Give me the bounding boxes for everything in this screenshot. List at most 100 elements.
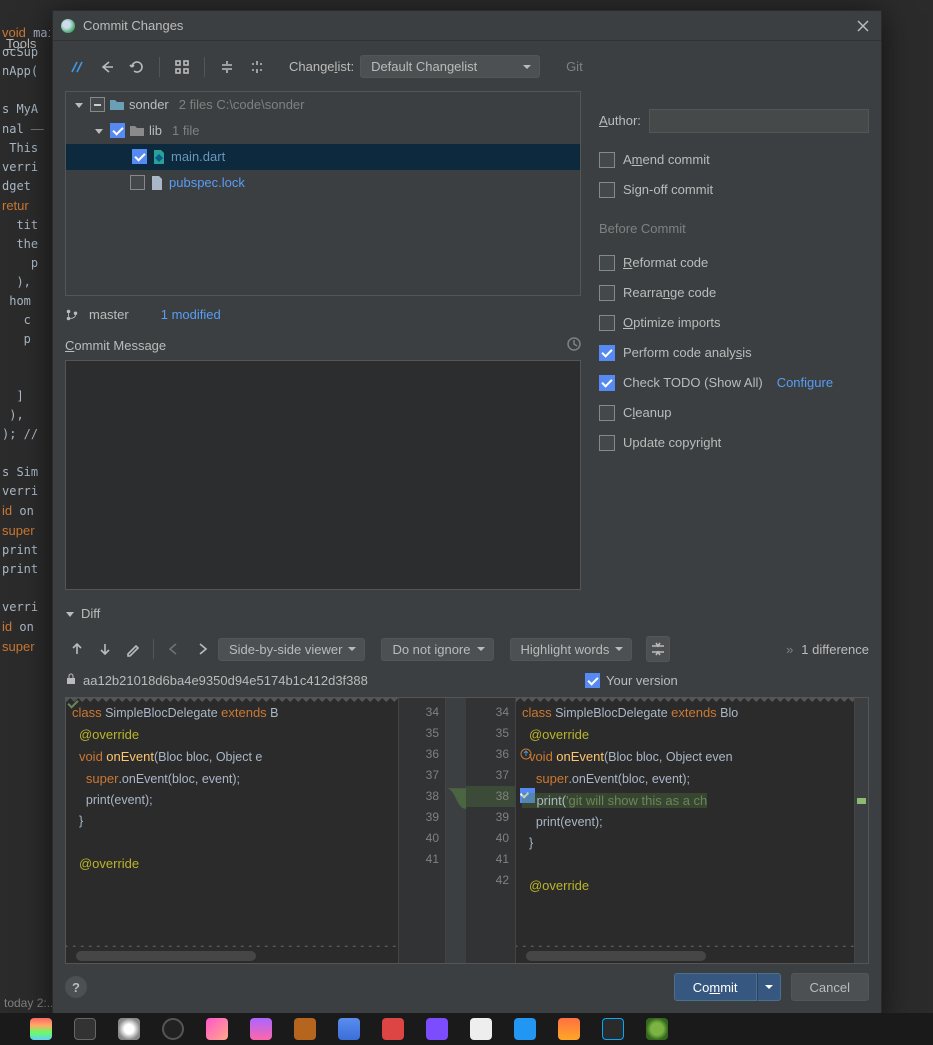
tree-pubspec[interactable]: pubspec.lock	[66, 170, 580, 196]
h-scrollbar-right[interactable]	[526, 951, 706, 961]
taskbar-app-3[interactable]	[118, 1018, 140, 1040]
folder-icon	[109, 97, 125, 113]
nav-forward-icon[interactable]	[190, 636, 214, 662]
taskbar-app-12[interactable]	[514, 1018, 536, 1040]
edit-source-icon[interactable]	[121, 636, 145, 662]
taskbar-app-9[interactable]	[382, 1018, 404, 1040]
highlight-dropdown[interactable]: Highlight words	[510, 638, 633, 661]
prev-diff-icon[interactable]	[65, 636, 89, 662]
check-todo-checkbox[interactable]	[599, 375, 615, 391]
lock-icon	[65, 673, 77, 688]
show-diff-icon[interactable]	[65, 54, 89, 80]
cancel-button[interactable]: Cancel	[791, 973, 869, 1001]
taskbar-app-1[interactable]	[30, 1018, 52, 1040]
signoff-checkbox[interactable]	[599, 182, 615, 198]
taskbar-app-7[interactable]	[294, 1018, 316, 1040]
file-icon	[149, 175, 165, 191]
signoff-commit-row: Sign-off commit	[599, 177, 869, 203]
commit-message-header: Commit Message	[65, 336, 581, 356]
h-scrollbar-left[interactable]	[76, 951, 256, 961]
taskbar-app-8[interactable]	[338, 1018, 360, 1040]
your-version-checkbox[interactable]	[585, 673, 600, 688]
dialog-title: Commit Changes	[83, 18, 853, 33]
checkbox-pubspec[interactable]	[130, 175, 145, 190]
expand-all-icon[interactable]	[215, 54, 239, 80]
help-button[interactable]: ?	[65, 976, 87, 998]
tree-main-dart[interactable]: main.dart	[66, 144, 580, 170]
amend-checkbox[interactable]	[599, 152, 615, 168]
collapse-unchanged-icon[interactable]	[646, 636, 670, 662]
commit-dropdown[interactable]	[757, 973, 781, 1001]
changelist-label: Changelist:	[289, 59, 354, 74]
checkbox-lib[interactable]	[110, 123, 125, 138]
revert-icon[interactable]	[95, 54, 119, 80]
left-diff-pane[interactable]: class SimpleBlocDelegate extends B @over…	[66, 698, 398, 963]
taskbar-app-5[interactable]	[206, 1018, 228, 1040]
modified-count[interactable]: 1 modified	[161, 307, 221, 322]
left-revision-hash: aa12b21018d6ba4e9350d94e5174b1c412d3f388	[83, 673, 368, 688]
separator	[159, 57, 160, 77]
taskbar-app-2[interactable]	[74, 1018, 96, 1040]
next-diff-icon[interactable]	[93, 636, 117, 662]
dialog-title-bar: Commit Changes	[53, 11, 881, 41]
commit-button[interactable]: Commit	[674, 973, 757, 1001]
taskbar-app-11[interactable]	[470, 1018, 492, 1040]
group-by-icon[interactable]	[170, 54, 194, 80]
checkbox-root[interactable]	[90, 97, 105, 112]
diff-viewer[interactable]: class SimpleBlocDelegate extends B @over…	[65, 697, 869, 964]
refresh-icon[interactable]	[125, 54, 149, 80]
status-bar-text: today 2:...	[4, 996, 57, 1010]
taskbar-app-14[interactable]	[602, 1018, 624, 1040]
author-label: Author:	[599, 113, 641, 128]
author-field-row: Author:	[599, 109, 869, 133]
taskbar-app-6[interactable]	[250, 1018, 272, 1040]
checkbox-main[interactable]	[132, 149, 147, 164]
before-commit-header: Before Commit	[599, 221, 869, 236]
rearrange-checkbox[interactable]	[599, 285, 615, 301]
update-copyright-checkbox[interactable]	[599, 435, 615, 451]
right-diff-pane[interactable]: class SimpleBlocDelegate extends Blo @ov…	[516, 698, 854, 963]
author-input[interactable]	[649, 109, 869, 133]
tree-footer: master 1 modified	[65, 300, 581, 330]
more-icon[interactable]: »	[786, 642, 793, 657]
reformat-checkbox[interactable]	[599, 255, 615, 271]
diff-section-toggle[interactable]: Diff	[65, 604, 869, 624]
git-section-label: Git	[566, 59, 583, 74]
viewer-mode-dropdown[interactable]: Side-by-side viewer	[218, 638, 365, 661]
code-analysis-checkbox[interactable]	[599, 345, 615, 361]
folder-icon	[129, 123, 145, 139]
taskbar-app-15[interactable]	[646, 1018, 668, 1040]
diff-ruler[interactable]	[854, 698, 868, 963]
amend-commit-row: Amend commit	[599, 147, 869, 173]
commit-split-button: Commit	[674, 973, 781, 1001]
taskbar-app-13[interactable]	[558, 1018, 580, 1040]
changes-tree[interactable]: sonder 2 files C:\code\sonder lib 1 file…	[65, 91, 581, 296]
app-logo-icon	[61, 19, 75, 33]
history-icon[interactable]	[567, 337, 581, 354]
separator	[204, 57, 205, 77]
configure-link[interactable]: Configure	[777, 375, 833, 390]
left-line-numbers: 3435363738394041	[399, 698, 445, 870]
commit-message-input[interactable]	[65, 360, 581, 590]
cleanup-checkbox[interactable]	[599, 405, 615, 421]
whitespace-dropdown[interactable]: Do not ignore	[381, 638, 493, 661]
changelist-dropdown[interactable]: Default Changelist	[360, 55, 540, 78]
nav-back-icon[interactable]	[162, 636, 186, 662]
commit-toolbar: Changelist: Default Changelist Git	[65, 51, 869, 83]
taskbar-app-10[interactable]	[426, 1018, 448, 1040]
revision-row: aa12b21018d6ba4e9350d94e5174b1c412d3f388…	[65, 669, 869, 693]
os-taskbar[interactable]	[0, 1013, 933, 1045]
taskbar-app-4[interactable]	[162, 1018, 184, 1040]
close-button[interactable]	[853, 16, 873, 36]
collapse-all-icon[interactable]	[245, 54, 269, 80]
your-version-label: Your version	[606, 673, 678, 688]
branch-icon	[65, 308, 79, 322]
optimize-imports-checkbox[interactable]	[599, 315, 615, 331]
dart-file-icon	[151, 149, 167, 165]
tree-lib[interactable]: lib 1 file	[66, 118, 580, 144]
tree-root[interactable]: sonder 2 files C:\code\sonder	[66, 92, 580, 118]
diff-toolbar: Side-by-side viewer Do not ignore Highli…	[65, 631, 869, 667]
commit-changes-dialog: Commit Changes Changelist: Default Chang…	[52, 10, 882, 1020]
difference-count: 1 difference	[801, 642, 869, 657]
editor-background: void main ocSup nApp( s MyA nal — This v…	[0, 0, 50, 1010]
